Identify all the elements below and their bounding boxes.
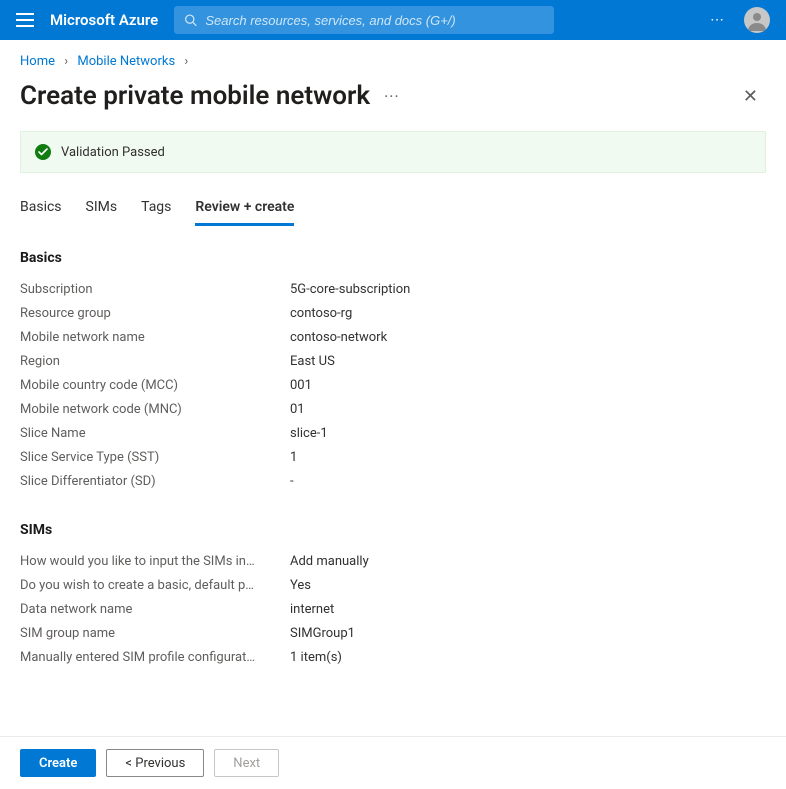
brand: Microsoft Azure xyxy=(50,11,158,29)
validation-text: Validation Passed xyxy=(61,145,165,160)
tabs: Basics SIMs Tags Review + create xyxy=(0,191,786,226)
kv-key: Manually entered SIM profile configurat… xyxy=(20,646,290,670)
kv-key: Mobile network code (MNC) xyxy=(20,398,290,422)
content: Basics Subscription5G-core-subscription … xyxy=(0,226,786,778)
search-icon xyxy=(184,13,197,27)
previous-button[interactable]: < Previous xyxy=(106,749,204,777)
breadcrumb: Home › Mobile Networks › xyxy=(0,40,786,77)
kv-value: 001 xyxy=(290,374,312,398)
page-title: Create private mobile network xyxy=(20,81,370,111)
tab-tags[interactable]: Tags xyxy=(141,191,171,226)
kv-key: SIM group name xyxy=(20,622,290,646)
kv-key: Subscription xyxy=(20,278,290,302)
breadcrumb-mobile-networks[interactable]: Mobile Networks xyxy=(77,54,175,69)
kv-row: Subscription5G-core-subscription xyxy=(20,278,766,302)
kv-row: Mobile country code (MCC)001 xyxy=(20,374,766,398)
kv-key: Slice Differentiator (SD) xyxy=(20,470,290,494)
kv-value: 1 xyxy=(290,446,297,470)
next-button: Next xyxy=(214,749,279,777)
kv-value: SIMGroup1 xyxy=(290,622,355,646)
kv-row: Slice Differentiator (SD)- xyxy=(20,470,766,494)
tab-sims[interactable]: SIMs xyxy=(86,191,118,226)
kv-key: Mobile network name xyxy=(20,326,290,350)
chevron-right-icon: › xyxy=(64,54,68,69)
kv-row: SIM group nameSIMGroup1 xyxy=(20,622,766,646)
avatar[interactable] xyxy=(744,7,770,33)
kv-value: contoso-rg xyxy=(290,302,352,326)
kv-value: 01 xyxy=(290,398,305,422)
topbar: Microsoft Azure ⋯ xyxy=(0,0,786,40)
kv-row: Do you wish to create a basic, default p… xyxy=(20,574,766,598)
section-basics-title: Basics xyxy=(20,250,766,266)
search-box[interactable] xyxy=(174,6,554,34)
kv-row: Slice Service Type (SST)1 xyxy=(20,446,766,470)
validation-banner: Validation Passed xyxy=(20,131,766,173)
search-input[interactable] xyxy=(205,13,544,28)
kv-row: Slice Nameslice-1 xyxy=(20,422,766,446)
kv-value: 1 item(s) xyxy=(290,646,342,670)
chevron-right-icon: › xyxy=(184,54,188,69)
kv-value: internet xyxy=(290,598,334,622)
kv-value: Yes xyxy=(290,574,311,598)
kv-key: How would you like to input the SIMs in… xyxy=(20,550,290,574)
kv-key: Slice Name xyxy=(20,422,290,446)
kv-row: How would you like to input the SIMs in…… xyxy=(20,550,766,574)
menu-icon[interactable] xyxy=(16,13,34,27)
section-basics: Basics Subscription5G-core-subscription … xyxy=(20,250,766,494)
create-button[interactable]: Create xyxy=(20,749,96,777)
section-sims-title: SIMs xyxy=(20,522,766,538)
kv-key: Data network name xyxy=(20,598,290,622)
section-sims: SIMs How would you like to input the SIM… xyxy=(20,522,766,670)
kv-row: Manually entered SIM profile configurat…… xyxy=(20,646,766,670)
kv-row: Resource groupcontoso-rg xyxy=(20,302,766,326)
kv-value: Add manually xyxy=(290,550,369,574)
kv-row: Mobile network code (MNC)01 xyxy=(20,398,766,422)
kv-key: Slice Service Type (SST) xyxy=(20,446,290,470)
kv-row: RegionEast US xyxy=(20,350,766,374)
footer: Create < Previous Next xyxy=(0,736,786,789)
kv-key: Mobile country code (MCC) xyxy=(20,374,290,398)
kv-value: East US xyxy=(290,350,335,374)
kv-key: Region xyxy=(20,350,290,374)
close-icon[interactable]: ✕ xyxy=(735,82,766,111)
tab-basics[interactable]: Basics xyxy=(20,191,62,226)
check-icon xyxy=(35,144,51,160)
kv-value: - xyxy=(290,470,294,494)
title-bar: Create private mobile network ··· ✕ xyxy=(0,77,786,131)
kv-value: slice-1 xyxy=(290,422,328,446)
kv-row: Data network nameinternet xyxy=(20,598,766,622)
tab-review-create[interactable]: Review + create xyxy=(195,191,294,226)
kv-value: 5G-core-subscription xyxy=(290,278,410,302)
kv-value: contoso-network xyxy=(290,326,387,350)
title-more-icon[interactable]: ··· xyxy=(384,87,400,106)
kv-row: Mobile network namecontoso-network xyxy=(20,326,766,350)
kv-key: Resource group xyxy=(20,302,290,326)
breadcrumb-home[interactable]: Home xyxy=(20,54,55,69)
topbar-more-icon[interactable]: ⋯ xyxy=(710,12,726,28)
kv-key: Do you wish to create a basic, default p… xyxy=(20,574,290,598)
